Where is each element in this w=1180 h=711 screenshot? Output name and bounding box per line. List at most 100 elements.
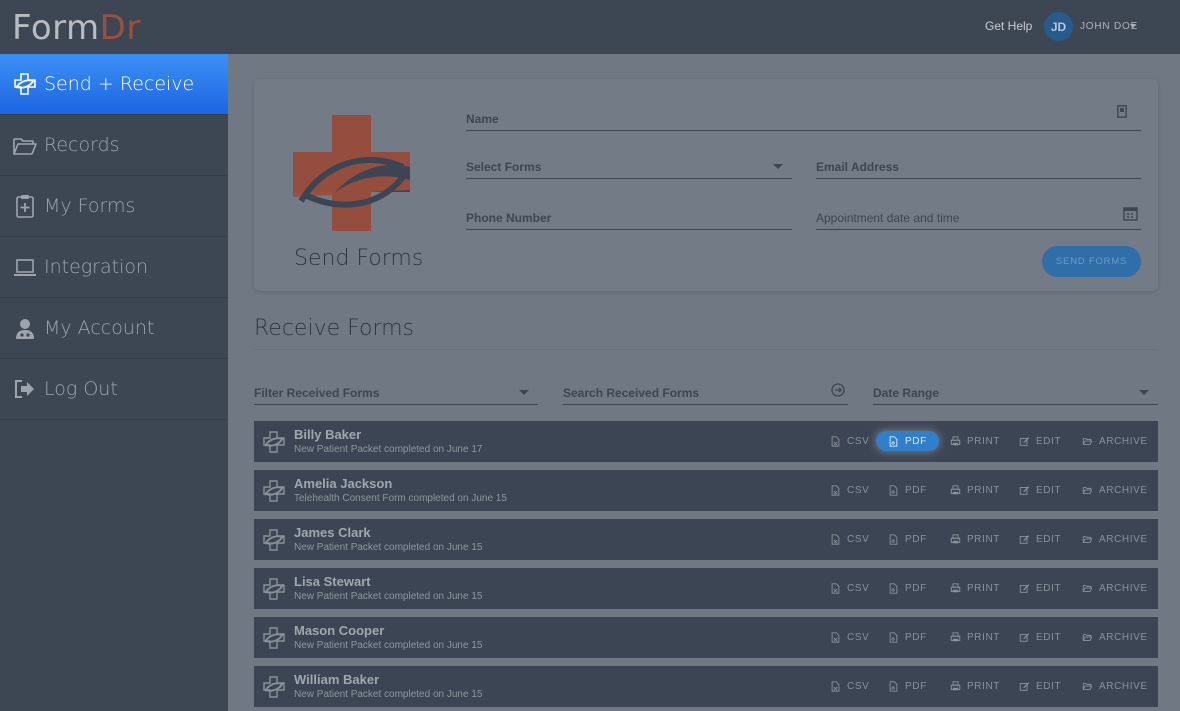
clipboard-plus-icon (16, 195, 34, 218)
avatar[interactable]: JD (1044, 12, 1073, 41)
table-row[interactable]: William Baker New Patient Packet complete… (254, 666, 1158, 707)
sidebar-item-send-receive[interactable]: Send + Receive (0, 54, 228, 115)
top-bar: FormDr Get Help JD JOHN DOE (0, 0, 1180, 54)
archive-button[interactable]: ARCHIVE (1082, 529, 1148, 549)
archive-icon (1082, 437, 1093, 445)
table-row[interactable]: Billy Baker New Patient Packet completed … (254, 421, 1158, 462)
date-range-dropdown[interactable]: Date Range (873, 381, 1158, 405)
filter-received-forms-dropdown[interactable]: Filter Received Forms (254, 381, 538, 405)
print-label: PRINT (967, 435, 1000, 447)
archive-button[interactable]: ARCHIVE (1082, 627, 1148, 647)
table-row[interactable]: Lisa Stewart New Patient Packet completed… (254, 568, 1158, 609)
edit-button[interactable]: EDIT (1019, 529, 1061, 549)
calendar-icon[interactable] (1123, 206, 1138, 221)
phone-field[interactable]: Phone Number (466, 206, 792, 230)
csv-label: CSV (847, 631, 870, 643)
print-button[interactable]: PRINT (950, 529, 1000, 549)
sidebar-item-my-forms[interactable]: My Forms (0, 176, 228, 237)
archive-button[interactable]: ARCHIVE (1082, 578, 1148, 598)
row-form-detail: Telehealth Consent Form completed on Jun… (294, 493, 507, 504)
sidebar-item-integration[interactable]: Integration (0, 237, 228, 298)
archive-icon (1082, 486, 1093, 494)
print-label: PRINT (967, 631, 1000, 643)
search-go-icon[interactable] (831, 383, 845, 397)
sidebar-item-my-account[interactable]: My Account (0, 298, 228, 359)
pdf-button[interactable]: PDF (888, 529, 927, 549)
sidebar-item-records[interactable]: Records (0, 115, 228, 176)
edit-label: EDIT (1036, 631, 1062, 643)
print-label: PRINT (967, 484, 1000, 496)
sidebar-item-label: Send + Receive (44, 73, 195, 95)
phone-field-placeholder: Phone Number (466, 211, 552, 225)
pdf-button[interactable]: PDF (888, 676, 927, 696)
pdf-button[interactable]: PDF (876, 431, 939, 451)
row-patient-name: Billy Baker (294, 427, 362, 442)
sidebar-item-label: Records (44, 134, 120, 156)
get-help-link[interactable]: Get Help (985, 19, 1032, 33)
pdf-button[interactable]: PDF (888, 480, 927, 500)
csv-button[interactable]: CSV (830, 529, 869, 549)
name-field[interactable]: Name (466, 105, 1141, 131)
pdf-button[interactable]: PDF (888, 578, 927, 598)
edit-button[interactable]: EDIT (1019, 431, 1061, 451)
email-field[interactable]: Email Address (816, 155, 1141, 179)
archive-icon (1082, 682, 1093, 690)
search-placeholder: Search Received Forms (563, 386, 700, 400)
form-icon (263, 431, 285, 453)
pdf-label: PDF (905, 680, 927, 692)
pdf-button[interactable]: PDF (888, 627, 927, 647)
csv-icon (831, 484, 840, 496)
pdf-label: PDF (905, 582, 927, 594)
print-button[interactable]: PRINT (950, 431, 1000, 451)
archive-button[interactable]: ARCHIVE (1082, 480, 1148, 500)
pdf-icon (889, 484, 898, 496)
sidebar-item-label: Log Out (44, 378, 118, 400)
divider (254, 349, 1158, 350)
csv-button[interactable]: CSV (830, 676, 869, 696)
chevron-down-icon (1139, 390, 1149, 395)
search-received-forms-input[interactable]: Search Received Forms (563, 381, 848, 405)
print-button[interactable]: PRINT (950, 480, 1000, 500)
csv-button[interactable]: CSV (830, 431, 869, 451)
appointment-field[interactable]: Appointment date and time (816, 206, 1141, 230)
folder-icon (13, 138, 37, 155)
archive-label: ARCHIVE (1099, 484, 1148, 496)
print-label: PRINT (967, 582, 1000, 594)
table-row[interactable]: Mason Cooper New Patient Packet completed… (254, 617, 1158, 658)
archive-button[interactable]: ARCHIVE (1082, 676, 1148, 696)
pdf-label: PDF (905, 533, 927, 545)
app-logo[interactable]: FormDr (12, 8, 141, 48)
csv-button[interactable]: CSV (830, 480, 869, 500)
edit-button[interactable]: EDIT (1019, 578, 1061, 598)
sidebar-item-log-out[interactable]: Log Out (0, 359, 228, 420)
row-form-detail: New Patient Packet completed on June 17 (294, 444, 483, 455)
select-forms-placeholder: Select Forms (466, 160, 542, 174)
edit-button[interactable]: EDIT (1019, 676, 1061, 696)
print-icon (950, 435, 961, 445)
csv-label: CSV (847, 533, 870, 545)
edit-button[interactable]: EDIT (1019, 480, 1061, 500)
table-row[interactable]: Amelia Jackson Telehealth Consent Form co… (254, 470, 1158, 511)
row-patient-name: James Clark (294, 525, 371, 540)
print-button[interactable]: PRINT (950, 578, 1000, 598)
chevron-down-icon (519, 390, 529, 395)
table-row[interactable]: James Clark New Patient Packet completed … (254, 519, 1158, 560)
print-icon (950, 631, 961, 641)
sidebar-item-label: Integration (44, 256, 149, 278)
print-button[interactable]: PRINT (950, 676, 1000, 696)
print-button[interactable]: PRINT (950, 627, 1000, 647)
edit-button[interactable]: EDIT (1019, 627, 1061, 647)
select-forms-dropdown[interactable]: Select Forms (466, 155, 792, 179)
chevron-down-icon[interactable] (1130, 24, 1136, 28)
csv-button[interactable]: CSV (830, 578, 869, 598)
print-icon (950, 680, 961, 690)
archive-button[interactable]: ARCHIVE (1082, 431, 1148, 451)
send-forms-button[interactable]: SEND FORMS (1042, 246, 1141, 277)
csv-button[interactable]: CSV (830, 627, 869, 647)
csv-label: CSV (847, 484, 870, 496)
user-icon (16, 319, 34, 339)
form-icon (263, 529, 285, 551)
csv-icon (831, 533, 840, 545)
pdf-icon (889, 435, 898, 447)
send-forms-logo-icon (293, 115, 410, 231)
